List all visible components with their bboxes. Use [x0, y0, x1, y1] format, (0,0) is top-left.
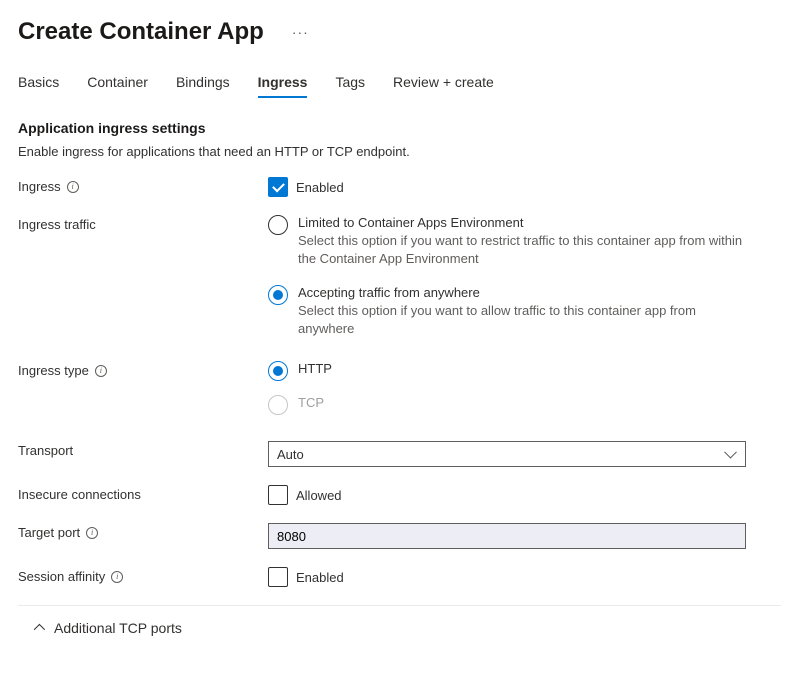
select-transport[interactable]: Auto [268, 441, 746, 467]
label-traffic: Ingress traffic [18, 215, 268, 232]
label-insecure: Insecure connections [18, 485, 268, 502]
checkbox-affinity-label: Enabled [296, 570, 344, 585]
select-transport-value: Auto [277, 447, 304, 462]
radio-http-label: HTTP [298, 361, 746, 376]
checkbox-affinity-wrap: Enabled [268, 567, 746, 587]
ellipsis-icon[interactable]: ··· [292, 24, 309, 40]
checkbox-insecure[interactable] [268, 485, 288, 505]
row-type: Ingress type i HTTP TCP [18, 361, 781, 415]
label-transport: Transport [18, 441, 268, 458]
row-transport: Transport Auto [18, 441, 781, 467]
row-affinity: Session affinity i Enabled [18, 567, 781, 587]
label-port-text: Target port [18, 525, 80, 540]
row-insecure: Insecure connections Allowed [18, 485, 781, 505]
tab-ingress[interactable]: Ingress [258, 74, 308, 98]
checkbox-ingress-wrap: Enabled [268, 177, 746, 197]
info-icon[interactable]: i [67, 181, 79, 193]
label-insecure-text: Insecure connections [18, 487, 141, 502]
info-icon[interactable]: i [86, 527, 98, 539]
section-title: Application ingress settings [18, 120, 781, 136]
tabs: Basics Container Bindings Ingress Tags R… [18, 74, 781, 98]
info-icon[interactable]: i [95, 365, 107, 377]
checkbox-ingress-label: Enabled [296, 180, 344, 195]
checkbox-affinity[interactable] [268, 567, 288, 587]
radio-anywhere[interactable] [268, 285, 288, 305]
label-ingress-text: Ingress [18, 179, 61, 194]
label-traffic-text: Ingress traffic [18, 217, 96, 232]
row-traffic: Ingress traffic Limited to Container App… [18, 215, 781, 337]
label-port: Target port i [18, 523, 268, 540]
radio-tcp-label: TCP [298, 395, 746, 410]
accordion-additional-ports[interactable]: Additional TCP ports [18, 605, 781, 636]
checkbox-insecure-wrap: Allowed [268, 485, 746, 505]
row-ingress: Ingress i Enabled [18, 177, 781, 197]
checkbox-ingress[interactable] [268, 177, 288, 197]
tab-tags[interactable]: Tags [335, 74, 365, 98]
page-title: Create Container App [18, 18, 264, 46]
radio-anywhere-desc: Select this option if you want to allow … [298, 302, 746, 337]
radio-tcp [268, 395, 288, 415]
info-icon[interactable]: i [111, 571, 123, 583]
label-transport-text: Transport [18, 443, 73, 458]
radio-limited-label: Limited to Container Apps Environment [298, 215, 746, 230]
label-type-text: Ingress type [18, 363, 89, 378]
radio-option-tcp: TCP [268, 395, 746, 415]
chevron-up-icon [34, 624, 45, 635]
radio-limited-desc: Select this option if you want to restri… [298, 232, 746, 267]
tab-review-create[interactable]: Review + create [393, 74, 494, 98]
radio-anywhere-label: Accepting traffic from anywhere [298, 285, 746, 300]
input-target-port[interactable] [268, 523, 746, 549]
radio-limited[interactable] [268, 215, 288, 235]
radio-http[interactable] [268, 361, 288, 381]
checkbox-insecure-label: Allowed [296, 488, 342, 503]
tab-container[interactable]: Container [87, 74, 148, 98]
section-desc: Enable ingress for applications that nee… [18, 144, 781, 159]
tab-basics[interactable]: Basics [18, 74, 59, 98]
radio-option-http: HTTP [268, 361, 746, 381]
radio-option-anywhere: Accepting traffic from anywhere Select t… [268, 285, 746, 337]
label-affinity: Session affinity i [18, 567, 268, 584]
label-ingress: Ingress i [18, 177, 268, 194]
row-port: Target port i [18, 523, 781, 549]
tab-bindings[interactable]: Bindings [176, 74, 230, 98]
label-affinity-text: Session affinity [18, 569, 105, 584]
label-type: Ingress type i [18, 361, 268, 378]
accordion-label: Additional TCP ports [54, 620, 182, 636]
radio-option-limited: Limited to Container Apps Environment Se… [268, 215, 746, 267]
title-row: Create Container App ··· [18, 18, 781, 46]
